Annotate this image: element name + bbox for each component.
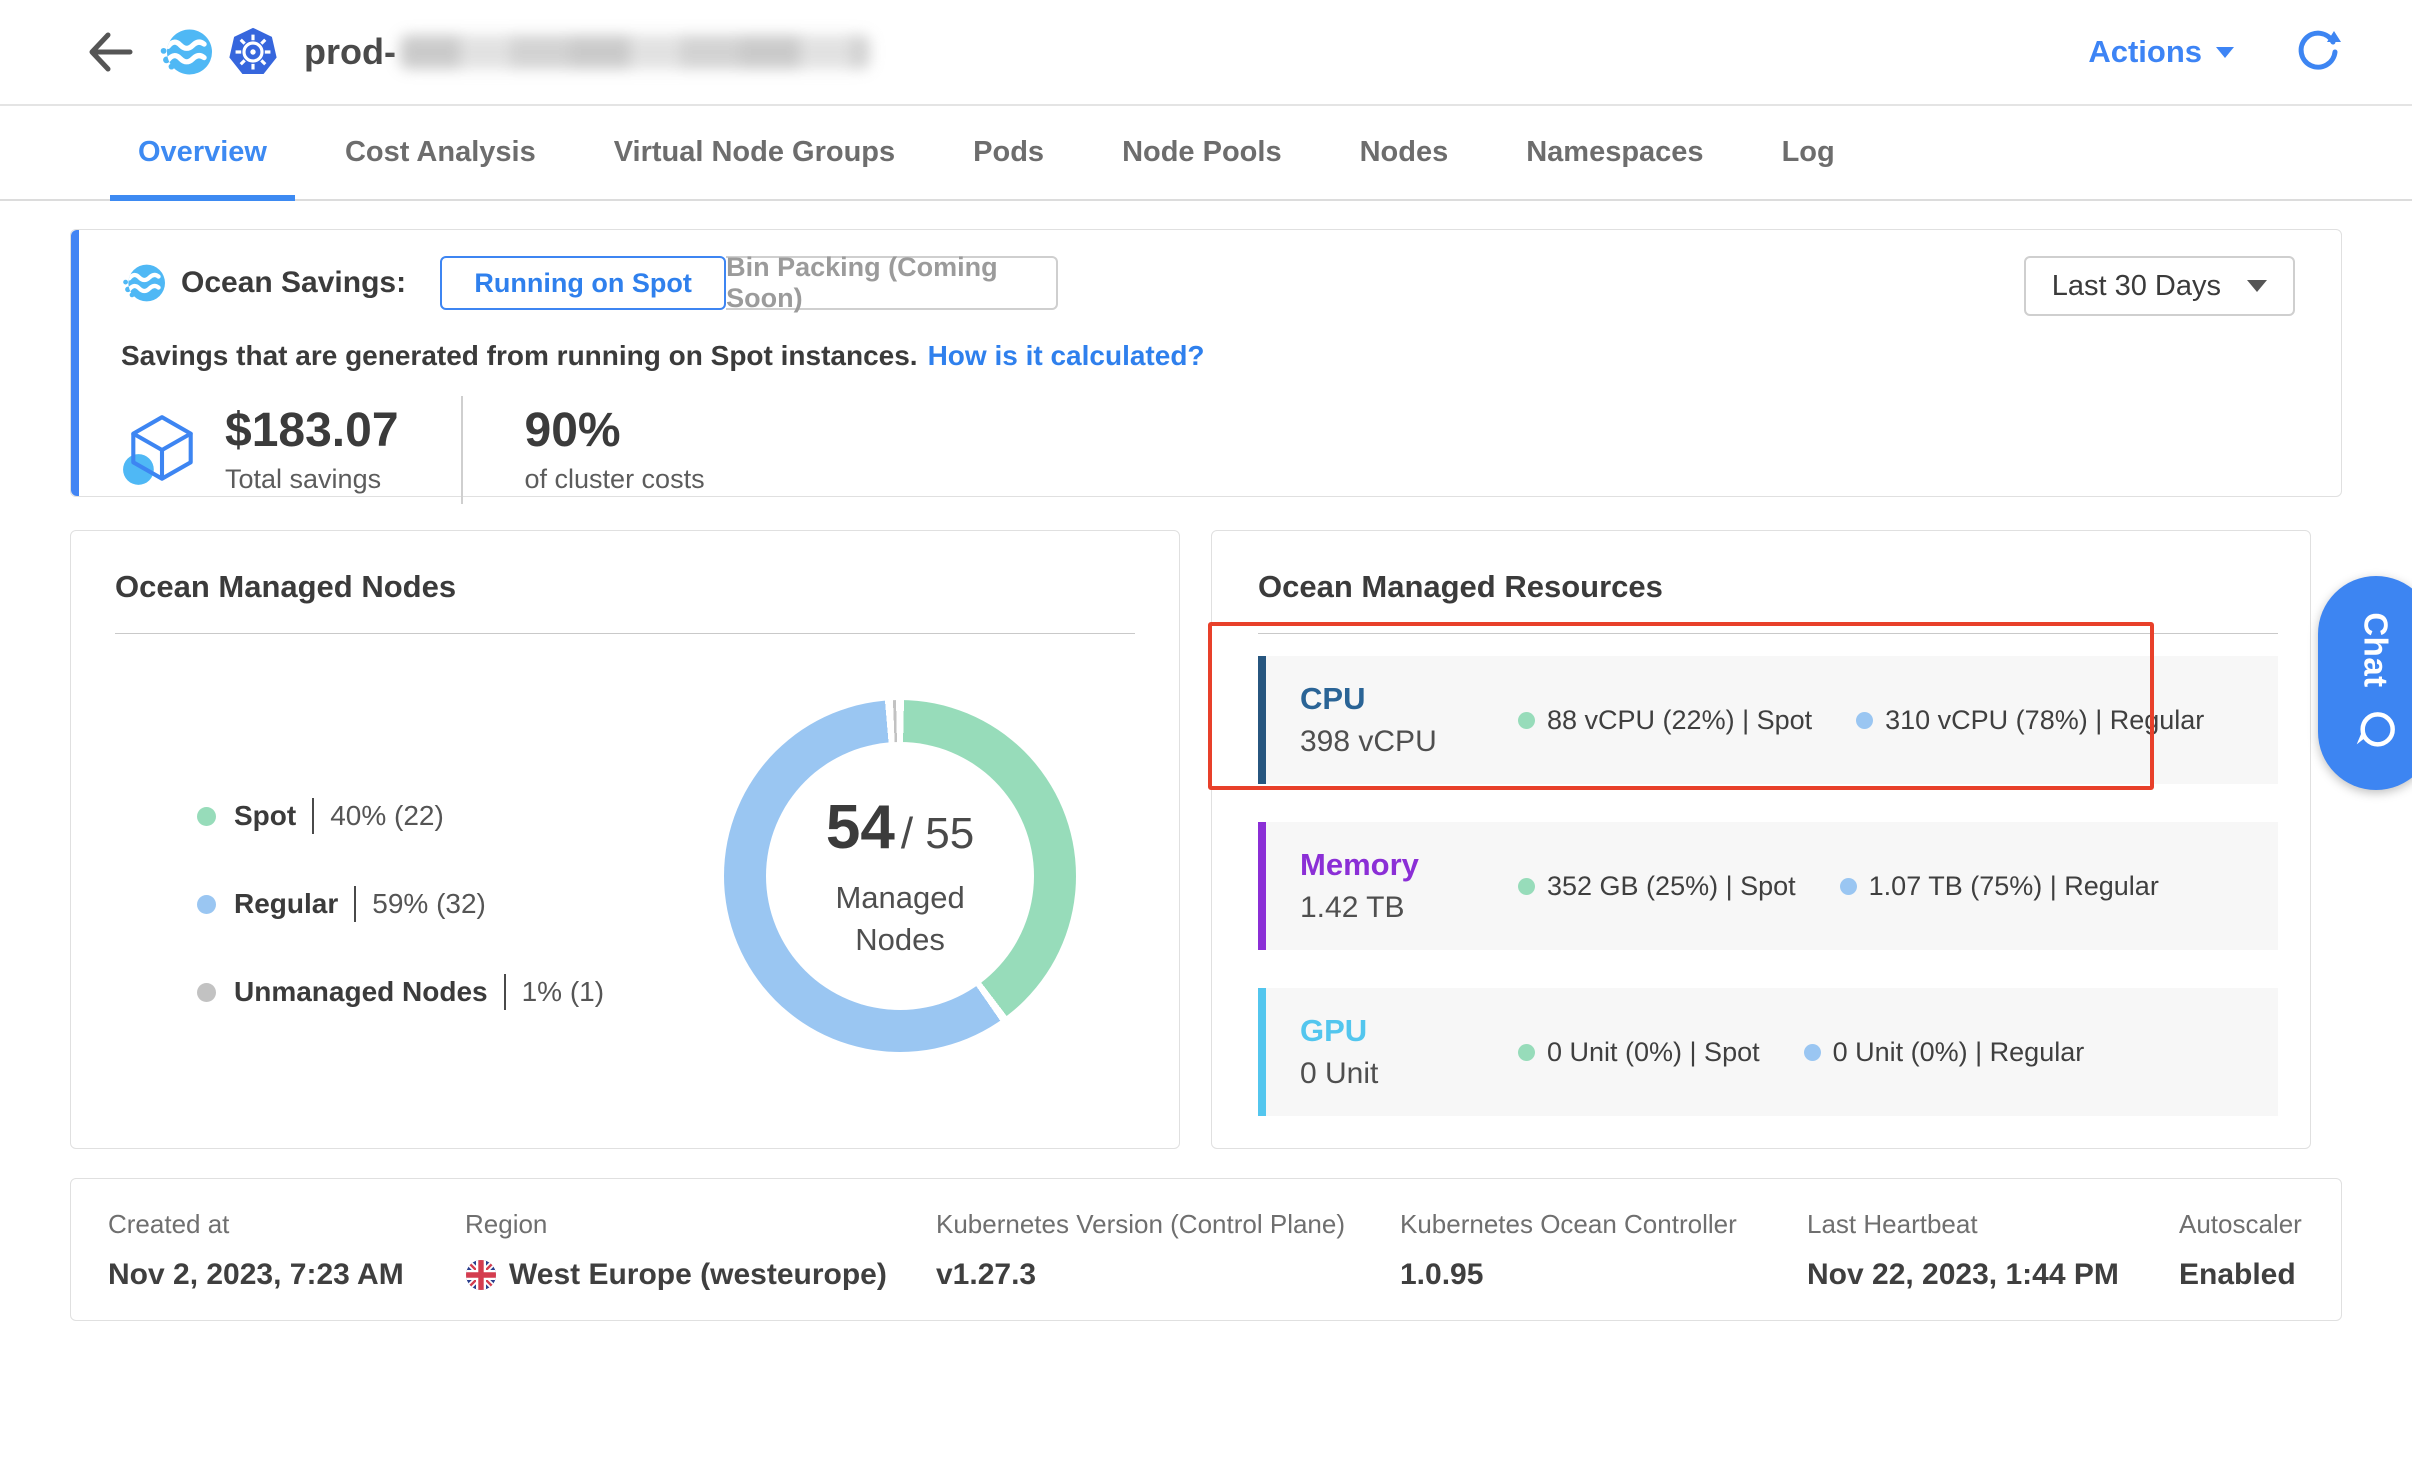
kubernetes-logo-icon xyxy=(226,25,280,79)
period-dropdown-value: Last 30 Days xyxy=(2052,270,2221,303)
memory-spot-stat: 352 GB (25%) | Spot xyxy=(1518,871,1796,902)
resource-name: CPU xyxy=(1300,681,1488,717)
stats-divider xyxy=(461,396,463,504)
info-k8s-version: Kubernetes Version (Control Plane) v1.27… xyxy=(936,1209,1400,1320)
cpu-regular-stat: 310 vCPU (78%) | Regular xyxy=(1856,705,2204,736)
savings-toggle-group: Running on Spot Bin Packing (Coming Soon… xyxy=(440,256,1058,310)
managed-resources-card: Ocean Managed Resources CPU 398 vCPU 88 … xyxy=(1211,530,2311,1149)
tab-bar: Overview Cost Analysis Virtual Node Grou… xyxy=(0,106,2412,201)
period-dropdown[interactable]: Last 30 Days xyxy=(2024,256,2295,316)
tab-log[interactable]: Log xyxy=(1754,106,1863,199)
ocean-logo-icon xyxy=(158,25,212,79)
how-calculated-link[interactable]: How is it calculated? xyxy=(928,340,1205,371)
tab-namespaces[interactable]: Namespaces xyxy=(1498,106,1731,199)
ocean-savings-icon xyxy=(121,261,165,305)
resource-total: 0 Unit xyxy=(1300,1057,1488,1091)
chat-button[interactable]: Chat xyxy=(2318,576,2412,790)
cluster-cost-label: of cluster costs xyxy=(525,464,705,495)
cluster-cost-percent: 90% xyxy=(525,405,705,458)
resource-total: 1.42 TB xyxy=(1300,891,1488,925)
spot-dot-icon xyxy=(197,807,216,826)
savings-description: Savings that are generated from running … xyxy=(121,340,2295,372)
donut-center-label: Managed Nodes xyxy=(835,877,964,961)
ocean-savings-card: Ocean Savings: Running on Spot Bin Packi… xyxy=(70,229,2342,497)
tab-cost-analysis[interactable]: Cost Analysis xyxy=(317,106,564,199)
gpu-spot-stat: 0 Unit (0%) | Spot xyxy=(1518,1037,1760,1068)
region-flag-icon xyxy=(465,1259,497,1291)
total-savings-block: $183.07 Total savings xyxy=(225,405,399,495)
chat-label: Chat xyxy=(2357,612,2395,687)
header: prod- Actions xyxy=(0,0,2412,106)
regular-dot-icon xyxy=(1804,1044,1821,1061)
info-region: Region West Europe (westeurope) xyxy=(465,1209,936,1320)
ocean-savings-label: Ocean Savings: xyxy=(181,266,406,300)
info-ocean-controller: Kubernetes Ocean Controller 1.0.95 xyxy=(1400,1209,1807,1320)
toggle-bin-packing[interactable]: Bin Packing (Coming Soon) xyxy=(726,256,1058,310)
divider xyxy=(1258,633,2278,634)
cluster-name-redacted xyxy=(400,35,870,69)
tab-overview[interactable]: Overview xyxy=(110,106,295,199)
resource-total: 398 vCPU xyxy=(1300,725,1488,759)
managed-resources-title: Ocean Managed Resources xyxy=(1258,569,2278,605)
actions-button[interactable]: Actions xyxy=(2088,34,2234,70)
page: prod- Actions Overview Cost Analysis Vir… xyxy=(0,0,2412,1478)
cpu-spot-stat: 88 vCPU (22%) | Spot xyxy=(1518,705,1812,736)
legend-item-regular: Regular 59% (32) xyxy=(197,886,604,922)
resource-name: Memory xyxy=(1300,847,1488,883)
legend-separator xyxy=(504,974,506,1010)
spot-dot-icon xyxy=(1518,878,1535,895)
managed-count: 54 xyxy=(826,792,895,863)
cluster-cost-block: 90% of cluster costs xyxy=(525,405,705,495)
resource-name: GPU xyxy=(1300,1013,1488,1049)
actions-label: Actions xyxy=(2088,34,2202,70)
regular-dot-icon xyxy=(197,895,216,914)
cluster-info-bar: Created at Nov 2, 2023, 7:23 AM Region W… xyxy=(70,1178,2342,1321)
page-title: prod- xyxy=(304,31,870,73)
refresh-button[interactable] xyxy=(2294,28,2342,76)
cube-icon xyxy=(121,409,203,491)
total-savings-value: $183.07 xyxy=(225,405,399,458)
chevron-down-icon xyxy=(2216,47,2234,58)
legend-item-spot: Spot 40% (22) xyxy=(197,798,604,834)
total-count: / 55 xyxy=(901,809,974,859)
back-button[interactable] xyxy=(84,26,136,78)
spot-dot-icon xyxy=(1518,1044,1535,1061)
total-savings-label: Total savings xyxy=(225,464,399,495)
gpu-regular-stat: 0 Unit (0%) | Regular xyxy=(1804,1037,2085,1068)
donut-center: 54 / 55 Managed Nodes xyxy=(724,700,1076,1052)
tab-node-pools[interactable]: Node Pools xyxy=(1094,106,1310,199)
chat-bubble-icon xyxy=(2353,708,2399,754)
info-created-at: Created at Nov 2, 2023, 7:23 AM xyxy=(108,1209,465,1320)
resource-row-gpu: GPU 0 Unit 0 Unit (0%) | Spot 0 Unit (0%… xyxy=(1258,988,2278,1116)
legend-item-unmanaged: Unmanaged Nodes 1% (1) xyxy=(197,974,604,1010)
legend-separator xyxy=(354,886,356,922)
tab-virtual-node-groups[interactable]: Virtual Node Groups xyxy=(586,106,923,199)
autoscaler-status: Enabled xyxy=(2179,1258,2302,1292)
back-arrow-icon xyxy=(84,26,136,78)
spot-dot-icon xyxy=(1518,712,1535,729)
regular-dot-icon xyxy=(1840,878,1857,895)
cluster-name-prefix: prod- xyxy=(304,31,396,73)
info-autoscaler: Autoscaler Enabled xyxy=(2179,1209,2302,1320)
legend-separator xyxy=(312,798,314,834)
resource-row-memory: Memory 1.42 TB 352 GB (25%) | Spot 1.07 … xyxy=(1258,822,2278,950)
regular-dot-icon xyxy=(1856,712,1873,729)
managed-nodes-card: Ocean Managed Nodes Spot 40% (22) Regula… xyxy=(70,530,1180,1149)
managed-nodes-title: Ocean Managed Nodes xyxy=(115,569,1135,605)
tab-pods[interactable]: Pods xyxy=(945,106,1072,199)
tab-nodes[interactable]: Nodes xyxy=(1332,106,1477,199)
chevron-down-icon xyxy=(2247,280,2267,292)
nodes-legend: Spot 40% (22) Regular 59% (32) Unmanaged… xyxy=(197,798,604,1062)
resource-row-cpu: CPU 398 vCPU 88 vCPU (22%) | Spot 310 vC… xyxy=(1258,656,2278,784)
unmanaged-dot-icon xyxy=(197,983,216,1002)
info-last-heartbeat: Last Heartbeat Nov 22, 2023, 1:44 PM xyxy=(1807,1209,2179,1320)
managed-nodes-donut: 54 / 55 Managed Nodes xyxy=(724,700,1076,1052)
memory-regular-stat: 1.07 TB (75%) | Regular xyxy=(1840,871,2159,902)
toggle-running-on-spot[interactable]: Running on Spot xyxy=(440,256,726,310)
